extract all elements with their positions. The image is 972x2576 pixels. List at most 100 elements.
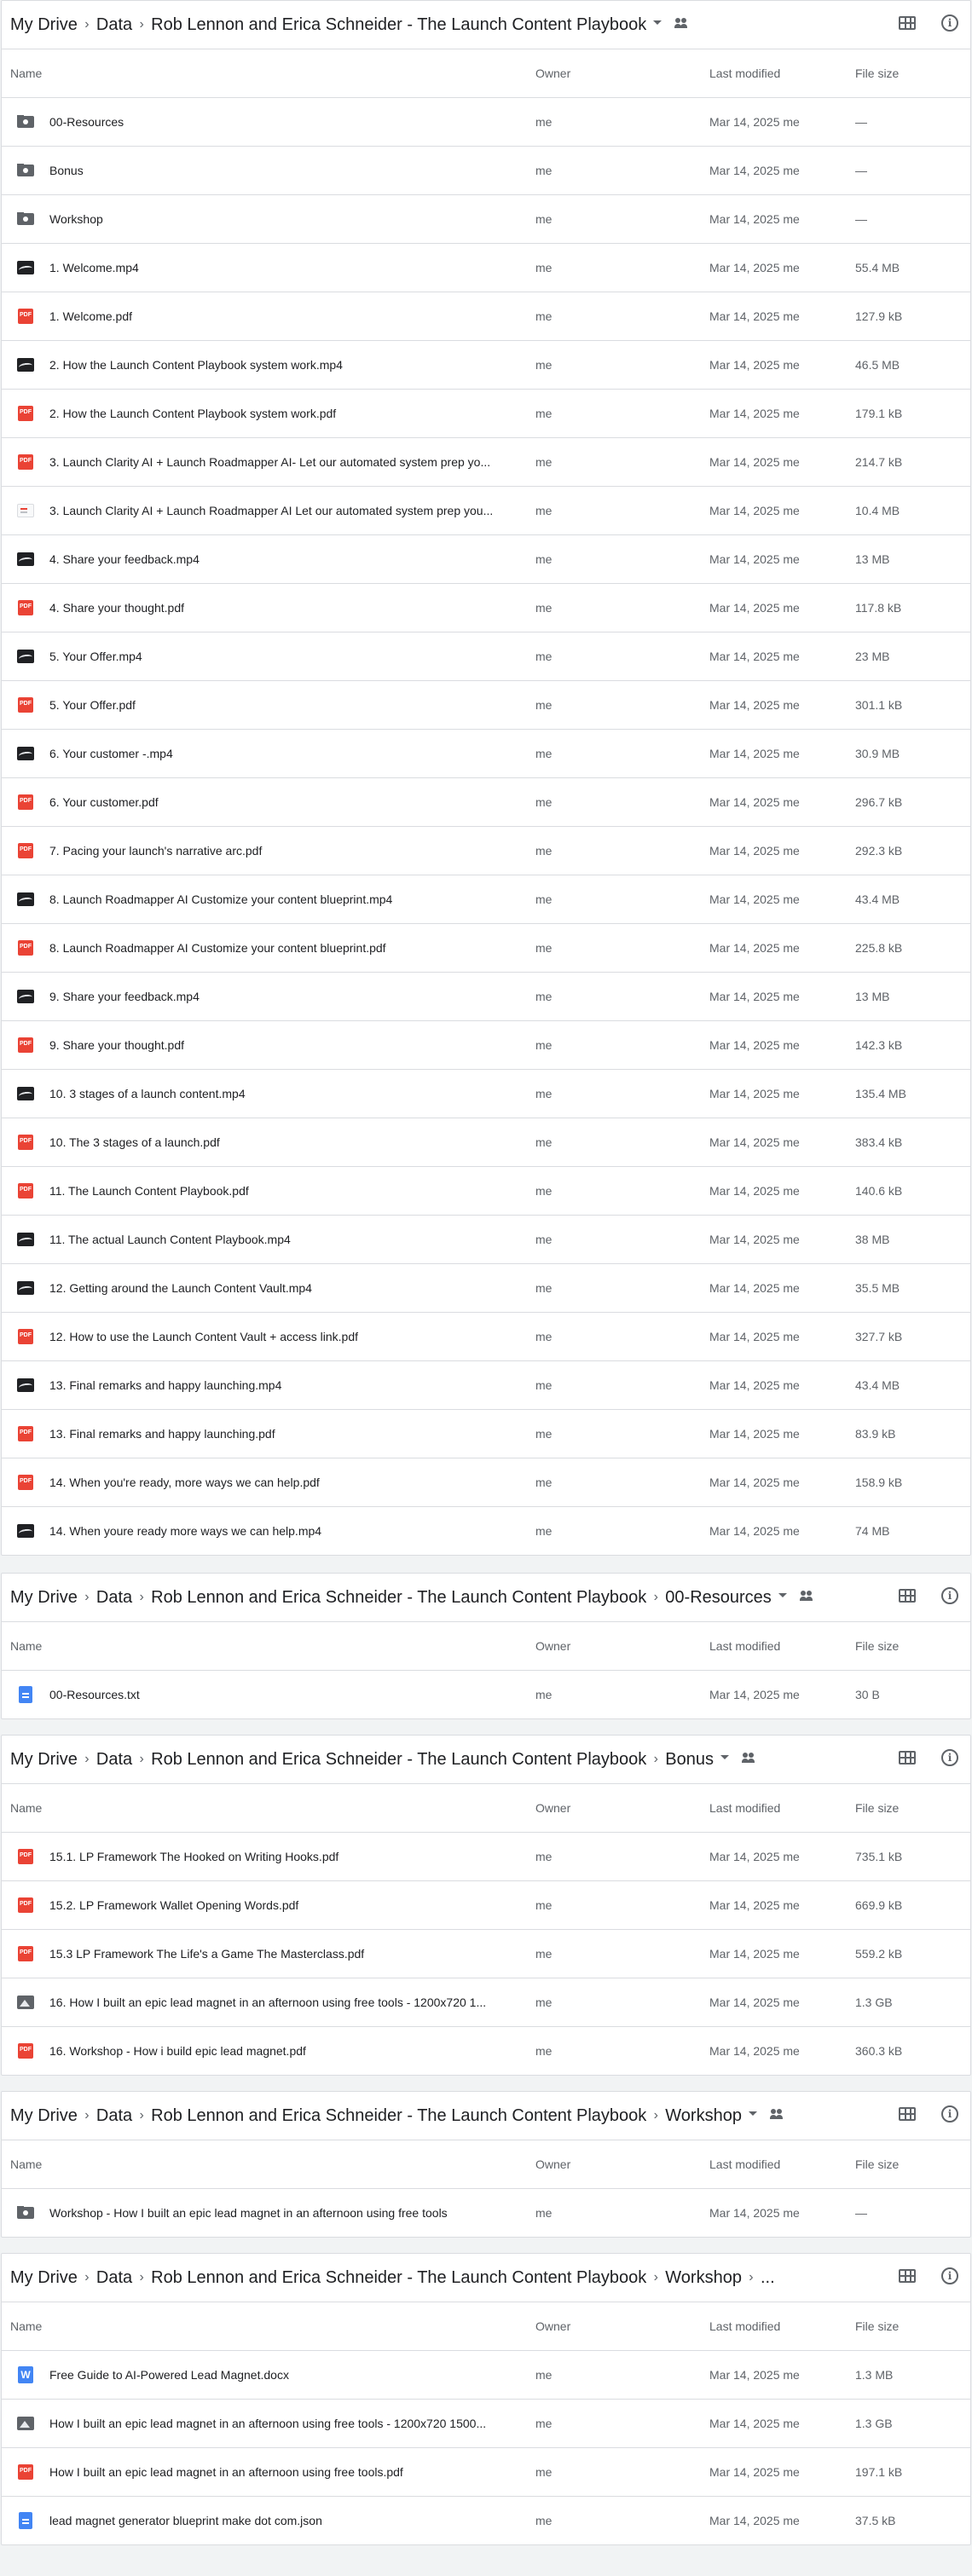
file-row[interactable]: 12. Getting around the Launch Content Va… xyxy=(2,1263,970,1312)
breadcrumb-item[interactable]: Data xyxy=(96,15,132,35)
file-name[interactable]: 6. Your customer -.mp4 xyxy=(49,747,517,760)
column-owner-header[interactable]: Owner xyxy=(535,66,709,80)
file-row[interactable]: Workshop me Mar 14, 2025 me — xyxy=(2,194,970,243)
file-name[interactable]: 15.3 LP Framework The Life's a Game The … xyxy=(49,1947,517,1961)
file-row[interactable]: lead magnet generator blueprint make dot… xyxy=(2,2496,970,2544)
grid-view-icon[interactable] xyxy=(899,16,916,30)
column-name-header[interactable]: Name xyxy=(2,66,535,80)
column-name-header[interactable]: Name xyxy=(2,1801,535,1815)
breadcrumb-item[interactable]: 00-Resources xyxy=(665,1588,772,1608)
file-name[interactable]: 5. Your Offer.pdf xyxy=(49,698,517,712)
file-row[interactable]: 9. Share your feedback.mp4 me Mar 14, 2025… xyxy=(2,972,970,1020)
breadcrumb-item[interactable]: My Drive xyxy=(10,15,78,35)
column-size-header[interactable]: File size xyxy=(855,2319,970,2333)
grid-view-icon[interactable] xyxy=(899,1589,916,1603)
file-name[interactable]: 8. Launch Roadmapper AI Customize your c… xyxy=(49,892,517,906)
info-icon[interactable]: i xyxy=(941,2267,958,2284)
column-size-header[interactable]: File size xyxy=(855,2157,970,2171)
file-name[interactable]: 00-Resources.txt xyxy=(49,1688,517,1701)
file-row[interactable]: PDF How I built an epic lead magnet in an… xyxy=(2,2447,970,2496)
breadcrumb-item[interactable]: Data xyxy=(96,2106,132,2126)
column-name-header[interactable]: Name xyxy=(2,2319,535,2333)
file-name[interactable]: 11. The Launch Content Playbook.pdf xyxy=(49,1184,517,1198)
file-name[interactable]: 11. The actual Launch Content Playbook.m… xyxy=(49,1233,517,1246)
column-owner-header[interactable]: Owner xyxy=(535,1639,709,1653)
column-name-header[interactable]: Name xyxy=(2,2157,535,2171)
file-name[interactable]: lead magnet generator blueprint make dot… xyxy=(49,2514,517,2527)
file-row[interactable]: PDF 9. Share your thought.pdf me Mar 14, 20… xyxy=(2,1020,970,1069)
column-modified-header[interactable]: Last modified xyxy=(709,2319,855,2333)
file-row[interactable]: 10. 3 stages of a launch content.mp4 me Ma… xyxy=(2,1069,970,1118)
column-modified-header[interactable]: Last modified xyxy=(709,1639,855,1653)
info-icon[interactable]: i xyxy=(941,2105,958,2123)
file-row[interactable]: PDF 14. When you're ready, more ways we c… xyxy=(2,1458,970,1506)
file-name[interactable]: 2. How the Launch Content Playbook syste… xyxy=(49,407,517,420)
file-name[interactable]: 1. Welcome.pdf xyxy=(49,309,517,323)
file-name[interactable]: Bonus xyxy=(49,164,517,177)
dropdown-caret-icon[interactable] xyxy=(748,2111,757,2116)
breadcrumb-item[interactable]: Rob Lennon and Erica Schneider - The Lau… xyxy=(151,2106,646,2126)
file-name[interactable]: 15.1. LP Framework The Hooked on Writing… xyxy=(49,1850,517,1863)
file-name[interactable]: 2. How the Launch Content Playbook syste… xyxy=(49,358,517,372)
column-modified-header[interactable]: Last modified xyxy=(709,1801,855,1815)
file-row[interactable]: How I built an epic lead magnet in an af… xyxy=(2,2399,970,2447)
breadcrumb-item[interactable]: My Drive xyxy=(10,1750,78,1770)
file-row[interactable]: 13. Final remarks and happy launching.mp… xyxy=(2,1360,970,1409)
info-icon[interactable]: i xyxy=(941,14,958,32)
file-row[interactable]: PDF 15.1. LP Framework The Hooked on Writ… xyxy=(2,1832,970,1880)
breadcrumb-item[interactable]: Workshop xyxy=(665,2268,742,2288)
breadcrumb-item[interactable]: Data xyxy=(96,1750,132,1770)
file-name[interactable]: 14. When youre ready more ways we can he… xyxy=(49,1524,517,1538)
dropdown-caret-icon[interactable] xyxy=(720,1754,729,1759)
file-name[interactable]: 6. Your customer.pdf xyxy=(49,795,517,809)
breadcrumb-item[interactable]: Rob Lennon and Erica Schneider - The Lau… xyxy=(151,1750,646,1770)
file-row[interactable]: 4. Share your feedback.mp4 me Mar 14, 2025… xyxy=(2,534,970,583)
breadcrumb-item[interactable]: Bonus xyxy=(665,1750,714,1770)
file-row[interactable]: PDF 15.2. LP Framework Wallet Opening Wor… xyxy=(2,1880,970,1929)
file-name[interactable]: 16. How I built an epic lead magnet in a… xyxy=(49,1996,517,2009)
column-owner-header[interactable]: Owner xyxy=(535,1801,709,1815)
dropdown-caret-icon[interactable] xyxy=(778,1592,787,1597)
file-row[interactable]: 00-Resources me Mar 14, 2025 me — xyxy=(2,97,970,146)
info-icon[interactable]: i xyxy=(941,1587,958,1604)
file-name[interactable]: 10. 3 stages of a launch content.mp4 xyxy=(49,1087,517,1100)
file-row[interactable]: PDF 12. How to use the Launch Content Vau… xyxy=(2,1312,970,1360)
column-owner-header[interactable]: Owner xyxy=(535,2319,709,2333)
file-row[interactable]: PDF 4. Share your thought.pdf me Mar 14, 20… xyxy=(2,583,970,632)
file-name[interactable]: How I built an epic lead magnet in an af… xyxy=(49,2465,517,2479)
file-row[interactable]: 6. Your customer -.mp4 me Mar 14, 2025 me 3… xyxy=(2,729,970,777)
file-row[interactable]: PDF 7. Pacing your launch's narrative arc… xyxy=(2,826,970,875)
file-row[interactable]: PDF 10. The 3 stages of a launch.pdf me Mar… xyxy=(2,1118,970,1166)
file-name[interactable]: 13. Final remarks and happy launching.mp… xyxy=(49,1378,517,1392)
file-name[interactable]: Free Guide to AI-Powered Lead Magnet.doc… xyxy=(49,2368,517,2382)
file-name[interactable]: 7. Pacing your launch's narrative arc.pd… xyxy=(49,844,517,858)
file-name[interactable]: 9. Share your thought.pdf xyxy=(49,1038,517,1052)
breadcrumb-item[interactable]: My Drive xyxy=(10,2268,78,2288)
breadcrumb-item[interactable]: Rob Lennon and Erica Schneider - The Lau… xyxy=(151,1588,646,1608)
file-row[interactable]: Bonus me Mar 14, 2025 me — xyxy=(2,146,970,194)
file-name[interactable]: 9. Share your feedback.mp4 xyxy=(49,990,517,1003)
file-name[interactable]: 00-Resources xyxy=(49,115,517,129)
file-name[interactable]: 13. Final remarks and happy launching.pd… xyxy=(49,1427,517,1441)
file-name[interactable]: 5. Your Offer.mp4 xyxy=(49,650,517,663)
file-name[interactable]: 3. Launch Clarity AI + Launch Roadmapper… xyxy=(49,455,517,469)
file-name[interactable]: 12. How to use the Launch Content Vault … xyxy=(49,1330,517,1343)
file-row[interactable]: 16. How I built an epic lead magnet in a… xyxy=(2,1978,970,2026)
dropdown-caret-icon[interactable] xyxy=(653,20,662,25)
file-row[interactable]: 11. The actual Launch Content Playbook.m… xyxy=(2,1215,970,1263)
file-row[interactable]: 1. Welcome.mp4 me Mar 14, 2025 me 55.4 MB xyxy=(2,243,970,292)
file-name[interactable]: Workshop - How I built an epic lead magn… xyxy=(49,2206,517,2220)
file-row[interactable]: PDF 8. Launch Roadmapper AI Customize you… xyxy=(2,923,970,972)
file-row[interactable]: PDF 5. Your Offer.pdf me Mar 14, 2025 me 301… xyxy=(2,680,970,729)
grid-view-icon[interactable] xyxy=(899,1751,916,1765)
file-name[interactable]: 1. Welcome.mp4 xyxy=(49,261,517,274)
file-row[interactable]: PDF 16. Workshop - How i build epic lead … xyxy=(2,2026,970,2075)
grid-view-icon[interactable] xyxy=(899,2107,916,2121)
file-row[interactable]: 3. Launch Clarity AI + Launch Roadmapper… xyxy=(2,486,970,534)
info-icon[interactable]: i xyxy=(941,1749,958,1766)
file-row[interactable]: PDF 15.3 LP Framework The Life's a Game T… xyxy=(2,1929,970,1978)
file-name[interactable]: 3. Launch Clarity AI + Launch Roadmapper… xyxy=(49,504,517,517)
file-name[interactable]: 12. Getting around the Launch Content Va… xyxy=(49,1281,517,1295)
column-modified-header[interactable]: Last modified xyxy=(709,2157,855,2171)
file-row[interactable]: 5. Your Offer.mp4 me Mar 14, 2025 me 23 MB xyxy=(2,632,970,680)
